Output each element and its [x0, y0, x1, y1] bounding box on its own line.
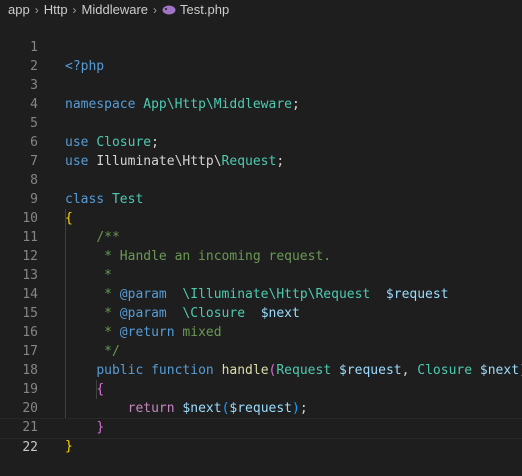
bracket: }: [65, 439, 73, 454]
code-line: 19 return $next($request);: [0, 361, 522, 416]
code-line: 1 <?php: [0, 19, 522, 74]
breadcrumb-item-http[interactable]: Http: [44, 2, 68, 17]
code-line: 13 * @param \Illuminate\Http\Request $re…: [0, 247, 522, 302]
line-number-active: 22: [22, 440, 38, 455]
breadcrumb-item-app[interactable]: app: [8, 2, 30, 17]
code-line: 6 use Illuminate\Http\Request;: [0, 114, 522, 169]
code-line: 20 }: [0, 380, 522, 435]
code-line: 7: [0, 133, 522, 169]
code-line: 5 use Closure;: [0, 95, 522, 150]
code-line-active[interactable]: 22: [0, 418, 522, 455]
breadcrumb-item-middleware[interactable]: Middleware: [82, 2, 148, 17]
chevron-right-icon: ›: [153, 3, 158, 17]
code-line: 17 public function handle(Request $reque…: [0, 323, 522, 378]
code-line: 3 namespace App\Http\Middleware;: [0, 57, 522, 112]
breadcrumb: app › Http › Middleware › Test.php: [0, 0, 522, 19]
breadcrumb-item-file[interactable]: Test.php: [180, 2, 229, 17]
code-line: 12 *: [0, 228, 522, 283]
code-line: 9 {: [0, 171, 522, 226]
code-line: 8 class Test: [0, 152, 522, 207]
code-line: 16 */: [0, 304, 522, 359]
code-line: 2: [0, 38, 522, 74]
chevron-right-icon: ›: [72, 3, 77, 17]
code-line: 18 {: [0, 342, 522, 397]
code-line: 11 * Handle an incoming request.: [0, 209, 522, 264]
code-line: 15 * @return mixed: [0, 285, 522, 340]
code-line: 4: [0, 76, 522, 112]
code-line: 21 }: [0, 399, 522, 454]
php-elephant-icon: [162, 5, 176, 15]
code-line: 10 /**: [0, 190, 522, 245]
chevron-right-icon: ›: [34, 3, 39, 17]
code-editor[interactable]: 1 <?php 2 3 namespace App\Http\Middlewar…: [0, 19, 522, 455]
code-line: 14 * @param \Closure $next: [0, 266, 522, 321]
